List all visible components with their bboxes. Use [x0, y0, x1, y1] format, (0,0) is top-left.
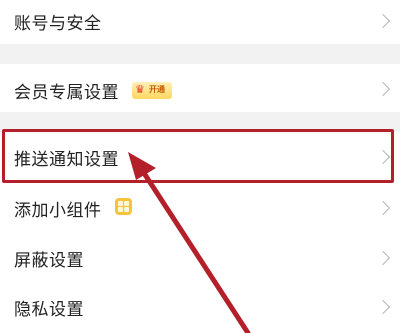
settings-item-privacy[interactable]: 隐私设置 [0, 282, 400, 333]
member-badge: ♛ 开通 [132, 82, 172, 99]
chevron-right-icon [375, 81, 391, 97]
settings-item-label: 屏蔽设置 [14, 251, 84, 271]
settings-item-block[interactable]: 屏蔽设置 [0, 232, 400, 282]
settings-item-member[interactable]: 会员专属设置 [0, 64, 400, 112]
chevron-right-icon [375, 250, 391, 266]
settings-item-push-notification[interactable]: 推送通知设置 [0, 132, 400, 180]
chevron-right-icon [375, 200, 391, 216]
section-divider [0, 44, 400, 64]
settings-item-add-widget[interactable]: 添加小组件 [0, 182, 400, 232]
section-divider [0, 112, 400, 132]
chevron-right-icon [375, 149, 391, 165]
widget-icon [115, 198, 132, 215]
member-badge-label: 开通 [149, 85, 165, 94]
chevron-right-icon [375, 13, 391, 29]
settings-item-account-security[interactable]: 账号与安全 [0, 0, 400, 44]
chevron-right-icon [375, 299, 391, 315]
settings-item-label: 添加小组件 [14, 201, 102, 221]
crown-icon: ♛ [135, 83, 145, 96]
settings-item-label: 推送通知设置 [14, 150, 119, 170]
settings-item-label: 隐私设置 [14, 300, 84, 320]
settings-item-label: 会员专属设置 [14, 83, 119, 103]
settings-item-label: 账号与安全 [14, 14, 102, 34]
